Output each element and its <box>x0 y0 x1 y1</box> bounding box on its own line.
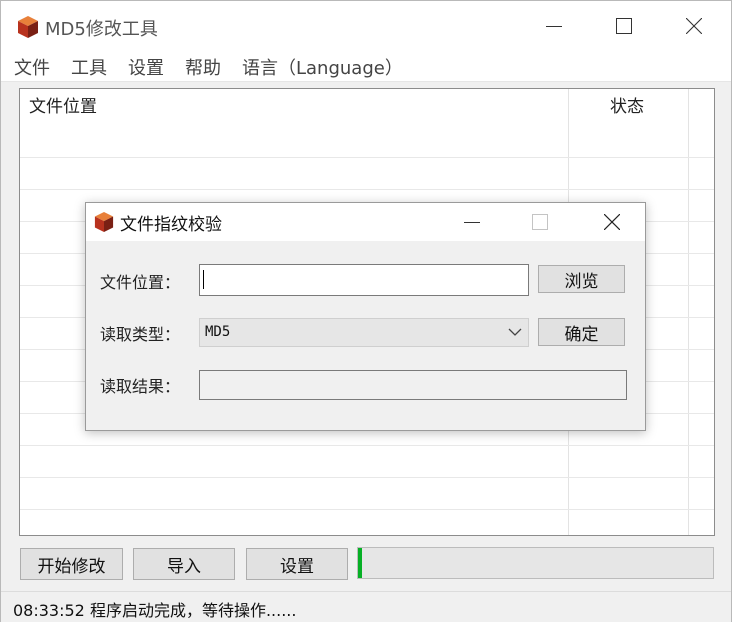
progress-fill <box>358 548 362 578</box>
dialog-minimize-button[interactable] <box>442 203 502 241</box>
cube-icon <box>94 212 114 232</box>
close-button[interactable] <box>659 1 729 51</box>
maximize-button[interactable] <box>589 1 659 51</box>
row-gridline <box>20 189 714 190</box>
maximize-icon <box>532 214 548 230</box>
maximize-icon <box>616 18 632 34</box>
dialog-title: 文件指纹校验 <box>120 215 222 235</box>
status-text: 08:33:52 程序启动完成，等待操作...... <box>13 601 297 620</box>
row-gridline <box>20 477 714 478</box>
menu-language[interactable]: 语言（Language） <box>242 54 403 80</box>
dialog-close-button[interactable] <box>582 203 642 241</box>
column-header-status[interactable]: 状态 <box>610 89 644 125</box>
title-bar[interactable]: MD5修改工具 <box>1 1 731 51</box>
status-bar: 08:33:52 程序启动完成，等待操作...... <box>1 591 731 622</box>
read-result-field[interactable] <box>199 370 627 400</box>
window-title: MD5修改工具 <box>45 19 158 40</box>
menu-tools[interactable]: 工具 <box>71 54 107 80</box>
dialog-maximize-button[interactable] <box>510 203 570 241</box>
column-header-file-location[interactable]: 文件位置 <box>29 89 97 125</box>
confirm-button[interactable]: 确定 <box>538 318 625 346</box>
close-icon <box>686 18 702 34</box>
read-type-label: 读取类型： <box>100 325 181 344</box>
menu-file[interactable]: 文件 <box>14 54 50 80</box>
menu-settings[interactable]: 设置 <box>128 54 164 80</box>
cube-icon <box>18 16 38 38</box>
import-button[interactable]: 导入 <box>133 548 235 580</box>
text-caret <box>203 270 204 289</box>
row-gridline <box>20 445 714 446</box>
settings-button[interactable]: 设置 <box>246 548 348 580</box>
read-type-select[interactable]: MD5 <box>199 318 529 347</box>
browse-button[interactable]: 浏览 <box>538 265 625 293</box>
chevron-down-icon <box>508 328 522 336</box>
row-gridline <box>20 157 714 158</box>
read-type-value: MD5 <box>205 324 231 340</box>
row-gridline <box>20 509 714 510</box>
minimize-icon <box>546 26 562 27</box>
minimize-icon <box>464 222 480 223</box>
menu-help[interactable]: 帮助 <box>185 54 221 80</box>
file-location-input[interactable] <box>199 264 529 296</box>
dialog-title-bar[interactable]: 文件指纹校验 <box>86 203 645 241</box>
progress-bar <box>357 547 714 579</box>
file-location-label: 文件位置： <box>100 273 181 292</box>
start-modify-button[interactable]: 开始修改 <box>20 548 123 580</box>
minimize-button[interactable] <box>519 1 589 51</box>
read-result-label: 读取结果： <box>100 377 181 396</box>
file-fingerprint-dialog: 文件指纹校验 文件位置： 浏览 读取类型： MD5 确定 读取结果： <box>85 202 646 431</box>
list-header: 文件位置 状态 <box>20 89 714 125</box>
menu-bar: 文件 工具 设置 帮助 语言（Language） <box>1 51 731 82</box>
close-icon <box>604 214 620 230</box>
